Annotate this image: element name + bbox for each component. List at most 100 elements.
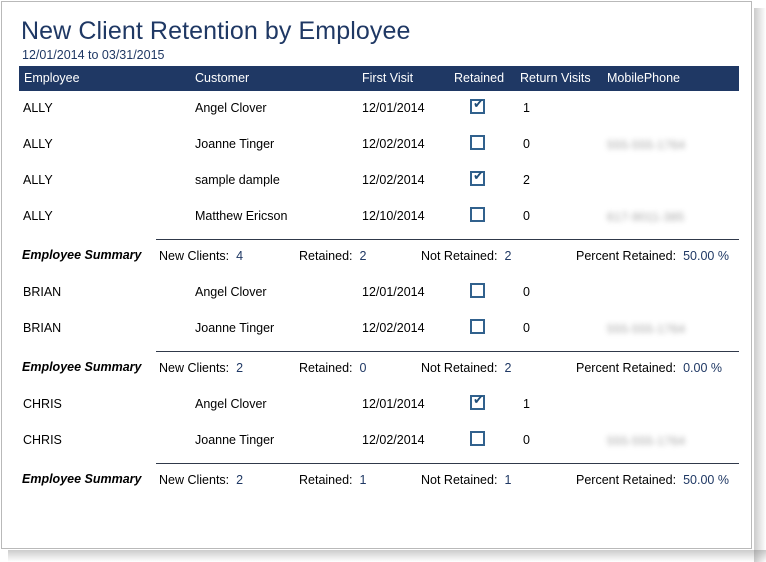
cell-employee: BRIAN bbox=[23, 285, 62, 299]
checkbox-retained-checked[interactable]: ✔ bbox=[470, 97, 485, 114]
summary-divider bbox=[156, 351, 739, 352]
summary-percent-retained-label: Percent Retained: bbox=[576, 361, 677, 375]
summary-percent-retained-label: Percent Retained: bbox=[576, 473, 677, 487]
cell-returns: 0 bbox=[523, 433, 530, 447]
checkbox-retained-unchecked[interactable] bbox=[470, 319, 485, 334]
cell-returns: 0 bbox=[523, 321, 530, 335]
cell-firstvisit: 12/01/2014 bbox=[362, 397, 425, 411]
column-header-customer[interactable]: Customer bbox=[195, 71, 249, 86]
summary-title: Employee Summary bbox=[22, 360, 142, 374]
employee-summary-row: Employee Summary New Clients: 2 Retained: 0 N… bbox=[2, 347, 751, 387]
cell-employee: ALLY bbox=[23, 137, 53, 151]
table-row[interactable]: ALLY sample dample 12/02/2014 2 ✔ bbox=[2, 163, 751, 199]
cell-firstvisit: 12/01/2014 bbox=[362, 285, 425, 299]
cell-employee: ALLY bbox=[23, 101, 53, 115]
summary-not-retained-label: Not Retained: bbox=[421, 249, 498, 263]
cell-returns: 1 bbox=[523, 101, 530, 115]
cell-returns: 0 bbox=[523, 285, 530, 299]
summary-divider bbox=[156, 239, 739, 240]
summary-new-clients-label: New Clients: bbox=[159, 361, 230, 375]
employee-summary-row: Employee Summary New Clients: 2 Retained: 1 N… bbox=[2, 459, 751, 499]
checkbox-retained-unchecked[interactable] bbox=[470, 283, 485, 298]
summary-not-retained: Not Retained: 2 bbox=[421, 249, 511, 264]
summary-not-retained-value: 2 bbox=[504, 361, 512, 375]
checkbox-retained-checked[interactable]: ✔ bbox=[470, 169, 485, 186]
cell-phone-redacted: 555-555-1764 bbox=[607, 434, 686, 448]
column-header-phone[interactable]: MobilePhone bbox=[607, 71, 680, 86]
summary-retained-value: 2 bbox=[359, 249, 367, 263]
summary-new-clients-value: 4 bbox=[236, 249, 244, 263]
cell-employee: CHRIS bbox=[23, 433, 62, 447]
cell-returns: 0 bbox=[523, 209, 530, 223]
report-page: New Client Retention by Employee 12/01/2… bbox=[1, 1, 752, 549]
summary-not-retained-label: Not Retained: bbox=[421, 361, 498, 375]
summary-percent-retained: Percent Retained: 50.00 % bbox=[576, 473, 729, 488]
report-date-range: 12/01/2014 to 03/31/2015 bbox=[22, 48, 165, 62]
checkbox-retained-checked[interactable]: ✔ bbox=[470, 393, 485, 410]
summary-new-clients-label: New Clients: bbox=[159, 473, 230, 487]
employee-summary-row: Employee Summary New Clients: 4 Retained: 2 N… bbox=[2, 235, 751, 275]
summary-not-retained: Not Retained: 2 bbox=[421, 361, 511, 376]
checkbox-retained-unchecked[interactable] bbox=[470, 431, 485, 446]
table-row[interactable]: BRIAN Angel Clover 12/01/2014 0 bbox=[2, 275, 751, 311]
cell-firstvisit: 12/02/2014 bbox=[362, 433, 425, 447]
summary-not-retained-value: 1 bbox=[504, 473, 512, 487]
window-shadow-bottom bbox=[8, 550, 766, 562]
cell-firstvisit: 12/02/2014 bbox=[362, 173, 425, 187]
column-header-retained[interactable]: Retained bbox=[454, 71, 504, 86]
cell-customer: Angel Clover bbox=[195, 285, 267, 299]
summary-retained-label: Retained: bbox=[299, 361, 353, 375]
cell-customer: Angel Clover bbox=[195, 101, 267, 115]
summary-new-clients-value: 2 bbox=[236, 361, 244, 375]
summary-new-clients-value: 2 bbox=[236, 473, 244, 487]
summary-percent-retained-value: 0.00 % bbox=[683, 361, 722, 375]
table-row[interactable]: ALLY Matthew Ericson 12/10/2014 0 617-9011-3… bbox=[2, 199, 751, 235]
summary-percent-retained: Percent Retained: 0.00 % bbox=[576, 361, 722, 376]
cell-phone-redacted: 555-555-1764 bbox=[607, 138, 686, 152]
cell-phone-redacted: 617-9011-385 bbox=[607, 210, 685, 224]
summary-new-clients: New Clients: 2 bbox=[159, 473, 243, 488]
summary-retained: Retained: 0 bbox=[299, 361, 366, 376]
cell-customer: Joanne Tinger bbox=[195, 321, 275, 335]
cell-returns: 1 bbox=[523, 397, 530, 411]
summary-retained-value: 1 bbox=[359, 473, 367, 487]
checkbox-retained-unchecked[interactable] bbox=[470, 135, 485, 150]
summary-retained-label: Retained: bbox=[299, 473, 353, 487]
table-row[interactable]: ALLY Joanne Tinger 12/02/2014 0 555-555-1764 bbox=[2, 127, 751, 163]
report-viewport: New Client Retention by Employee 12/01/2… bbox=[0, 0, 766, 562]
check-icon: ✔ bbox=[473, 393, 484, 408]
summary-title: Employee Summary bbox=[22, 472, 142, 486]
table-row[interactable]: CHRIS Joanne Tinger 12/02/2014 0 555-555-176… bbox=[2, 423, 751, 459]
cell-firstvisit: 12/01/2014 bbox=[362, 101, 425, 115]
summary-percent-retained: Percent Retained: 50.00 % bbox=[576, 249, 729, 264]
summary-new-clients: New Clients: 2 bbox=[159, 361, 243, 376]
column-header-returns[interactable]: Return Visits bbox=[520, 71, 591, 86]
cell-returns: 0 bbox=[523, 137, 530, 151]
cell-firstvisit: 12/10/2014 bbox=[362, 209, 425, 223]
check-icon: ✔ bbox=[473, 169, 484, 184]
summary-retained-label: Retained: bbox=[299, 249, 353, 263]
summary-new-clients-label: New Clients: bbox=[159, 249, 230, 263]
summary-new-clients: New Clients: 4 bbox=[159, 249, 243, 264]
table-row[interactable]: CHRIS Angel Clover 12/01/2014 1 ✔ bbox=[2, 387, 751, 423]
cell-employee: BRIAN bbox=[23, 321, 62, 335]
cell-customer: Angel Clover bbox=[195, 397, 267, 411]
checkbox-retained-unchecked[interactable] bbox=[470, 207, 485, 222]
table-row[interactable]: BRIAN Joanne Tinger 12/02/2014 0 555-555-176… bbox=[2, 311, 751, 347]
column-header-firstvisit[interactable]: First Visit bbox=[362, 71, 413, 86]
cell-firstvisit: 12/02/2014 bbox=[362, 321, 425, 335]
table-column-header: Employee Customer First Visit Retained Retur… bbox=[19, 66, 739, 91]
summary-retained: Retained: 2 bbox=[299, 249, 366, 264]
cell-customer: sample dample bbox=[195, 173, 280, 187]
cell-employee: ALLY bbox=[23, 173, 53, 187]
cell-firstvisit: 12/02/2014 bbox=[362, 137, 425, 151]
summary-retained-value: 0 bbox=[359, 361, 367, 375]
summary-not-retained: Not Retained: 1 bbox=[421, 473, 511, 488]
table-row[interactable]: ALLY Angel Clover 12/01/2014 1 ✔ bbox=[2, 91, 751, 127]
column-header-employee[interactable]: Employee bbox=[24, 71, 80, 86]
summary-title: Employee Summary bbox=[22, 248, 142, 262]
cell-customer: Joanne Tinger bbox=[195, 433, 275, 447]
window-shadow-right bbox=[754, 8, 766, 562]
page-title: New Client Retention by Employee bbox=[21, 17, 411, 45]
summary-not-retained-value: 2 bbox=[504, 249, 512, 263]
